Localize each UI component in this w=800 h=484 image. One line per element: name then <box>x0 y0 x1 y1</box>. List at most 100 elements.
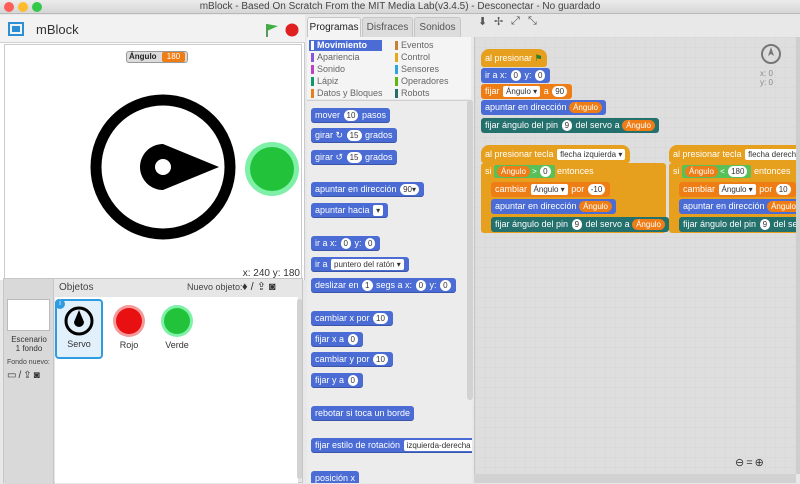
sprite-tile-servo[interactable]: i Servo <box>55 299 103 359</box>
block-goto-xy[interactable]: ir a x: 0 y: 0 <box>481 68 551 83</box>
block-set-y[interactable]: fijar y a 0 <box>311 373 363 388</box>
choose-sprite-icon[interactable]: ♦ <box>242 281 251 293</box>
sprite-direction-icon <box>761 44 781 64</box>
hat-green-flag[interactable]: al presionar ⚑ <box>481 49 547 67</box>
camera-backdrop-icon[interactable]: ◙ <box>34 370 42 381</box>
category-control[interactable]: Control <box>393 52 430 63</box>
block-bounce[interactable]: rebotar si toca un borde <box>311 406 415 421</box>
fullscreen-icon[interactable] <box>8 22 24 36</box>
sprites-header: Objetos <box>59 282 94 293</box>
category-operadores[interactable]: Operadores <box>393 76 449 87</box>
sprite-y-readout: y: 0 <box>760 78 773 87</box>
palette-scrollbar[interactable] <box>467 100 473 400</box>
scripts-horizontal-scrollbar[interactable] <box>474 474 796 483</box>
category-movimiento[interactable]: Movimiento <box>309 40 382 51</box>
new-object-tools: ♦/⇪◙ <box>242 280 279 293</box>
zoom-reset-icon[interactable]: = <box>746 457 754 469</box>
tab-sonidos[interactable]: Sonidos <box>414 17 461 37</box>
block-turn-right[interactable]: girar ↻ 15 grados <box>311 128 397 143</box>
block-servo-angle[interactable]: fijar ángulo del pin 9 del servo a Ángul… <box>491 217 670 232</box>
camera-sprite-icon[interactable]: ◙ <box>269 281 279 293</box>
category-sensores[interactable]: Sensores <box>393 64 439 75</box>
zoom-out-icon[interactable]: ⊖ <box>735 457 746 469</box>
sprite-info-icon[interactable]: i <box>55 299 65 309</box>
upload-backdrop-icon[interactable]: ⇪ <box>23 370 33 381</box>
block-servo-angle[interactable]: fijar ángulo del pin 9 del servo a Ángul… <box>481 118 660 133</box>
window-title: mBlock - Based On Scratch From the MIT M… <box>199 1 601 12</box>
sprite-tile-rojo[interactable]: Rojo <box>105 299 153 359</box>
green-flag-icon: ⚑ <box>534 53 543 63</box>
block-goto-xy[interactable]: ir a x: 0 y: 0 <box>311 236 381 251</box>
sprite-name: Servo <box>67 339 91 349</box>
block-move[interactable]: mover 10 pasos <box>311 108 390 123</box>
stage-backdrop-count: 1 fondo <box>15 344 43 353</box>
green-thumb-icon <box>161 305 193 337</box>
upload-sprite-icon[interactable]: ⇪ <box>257 281 269 293</box>
red-thumb-icon <box>113 305 145 337</box>
minimize-window-button[interactable] <box>18 2 28 12</box>
stop-icon[interactable] <box>285 23 299 37</box>
category-sonido[interactable]: Sonido <box>309 64 345 75</box>
paint-backdrop-icon[interactable]: ▭ <box>7 370 18 381</box>
grow-icon[interactable]: ⤢ <box>511 15 520 28</box>
block-glide[interactable]: deslizar en 1 segs a x: 0 y: 0 <box>311 278 456 293</box>
block-servo-angle[interactable]: fijar ángulo del pin 9 del servo a <box>679 217 796 232</box>
block-set-x[interactable]: fijar x a 0 <box>311 332 363 347</box>
block-point-direction[interactable]: apuntar en dirección Ángulo <box>481 100 606 115</box>
tab-disfraces[interactable]: Disfraces <box>362 17 413 37</box>
tab-bar: Programas Disfraces Sonidos <box>305 15 475 37</box>
block-point-towards[interactable]: apuntar hacia ▾ <box>311 203 389 218</box>
duplicate-icon[interactable]: ⬇ <box>478 15 487 28</box>
block-point-direction[interactable]: apuntar en dirección Ángulo <box>491 199 616 214</box>
zoom-in-icon[interactable]: ⊕ <box>755 457 766 469</box>
app-name: mBlock <box>36 22 79 37</box>
stage-panel: mBlock Ángulo 180 <box>0 15 305 280</box>
category-apariencia[interactable]: Apariencia <box>309 52 360 63</box>
category-robots[interactable]: Robots <box>393 88 430 99</box>
zoom-window-button[interactable] <box>32 2 42 12</box>
block-set-variable[interactable]: fijar Ángulo ▾ a 90 <box>481 84 573 99</box>
stage-name: Escenario <box>11 335 47 344</box>
scripts-area[interactable]: al presionar ⚑ ir a x: 0 y: 0 fijar Ángu… <box>474 37 796 474</box>
servo-sprite-icon[interactable] <box>88 92 238 242</box>
block-change-y[interactable]: cambiar y por 10 <box>311 352 393 367</box>
block-position-x[interactable]: posición x <box>311 471 360 483</box>
block-turn-left[interactable]: girar ↺ 15 grados <box>311 150 397 165</box>
variable-monitor-value: 180 <box>161 52 186 62</box>
close-window-button[interactable] <box>4 2 14 12</box>
block-change-variable[interactable]: cambiar Ángulo ▾ por 10 <box>679 182 796 197</box>
block-change-variable[interactable]: cambiar Ángulo ▾ por -10 <box>491 182 611 197</box>
new-object-label: Nuevo objeto: <box>187 282 243 292</box>
sprite-tile-verde[interactable]: Verde <box>153 299 201 359</box>
stage-thumbnail-column: Escenario 1 fondo Fondo nuevo: ▭/⇪◙ <box>4 279 54 484</box>
tab-programas[interactable]: Programas <box>307 17 361 37</box>
block-point-direction[interactable]: apuntar en dirección 90▾ <box>311 182 424 197</box>
block-rotation-style[interactable]: fijar estilo de rotación izquierda-derec… <box>311 438 472 453</box>
shrink-icon[interactable]: ⤡ <box>528 15 537 28</box>
stage-thumbnail[interactable] <box>7 299 50 331</box>
hat-key-right[interactable]: al presionar tecla flecha derecha <box>669 145 796 163</box>
green-sprite-icon[interactable] <box>244 141 300 197</box>
variable-monitor-label: Ángulo <box>129 52 157 61</box>
turn-left-icon: ↺ <box>335 152 344 162</box>
block-palette: mover 10 pasos girar ↻ 15 grados girar ↺… <box>307 100 472 483</box>
stage-canvas[interactable]: Ángulo 180 <box>4 44 302 279</box>
sprite-list-scrollbar[interactable] <box>297 299 302 479</box>
turn-right-icon: ↻ <box>335 130 344 140</box>
block-change-x[interactable]: cambiar x por 10 <box>311 311 393 326</box>
block-goto[interactable]: ir a puntero del ratón ▾ <box>311 257 409 272</box>
sprite-x-readout: x: 0 <box>760 69 773 78</box>
block-point-direction[interactable]: apuntar en dirección Ángulo <box>679 199 796 214</box>
zoom-controls: ⊖=⊕ <box>735 456 766 469</box>
category-lapiz[interactable]: Lápiz <box>309 76 339 87</box>
window-titlebar: mBlock - Based On Scratch From the MIT M… <box>0 0 800 14</box>
category-eventos[interactable]: Eventos <box>393 40 434 51</box>
block-categories: Movimiento Apariencia Sonido Lápiz Datos… <box>307 37 471 99</box>
scripts-vertical-scrollbar[interactable] <box>796 37 800 474</box>
hat-key-left[interactable]: al presionar tecla flecha izquierda ▾ <box>481 145 631 163</box>
sprite-name: Verde <box>165 340 189 350</box>
category-datos[interactable]: Datos y Bloques <box>309 88 383 99</box>
new-backdrop-tools: ▭/⇪◙ <box>7 370 42 381</box>
delete-icon[interactable]: ✢ <box>494 15 503 28</box>
green-flag-icon[interactable] <box>265 23 279 37</box>
